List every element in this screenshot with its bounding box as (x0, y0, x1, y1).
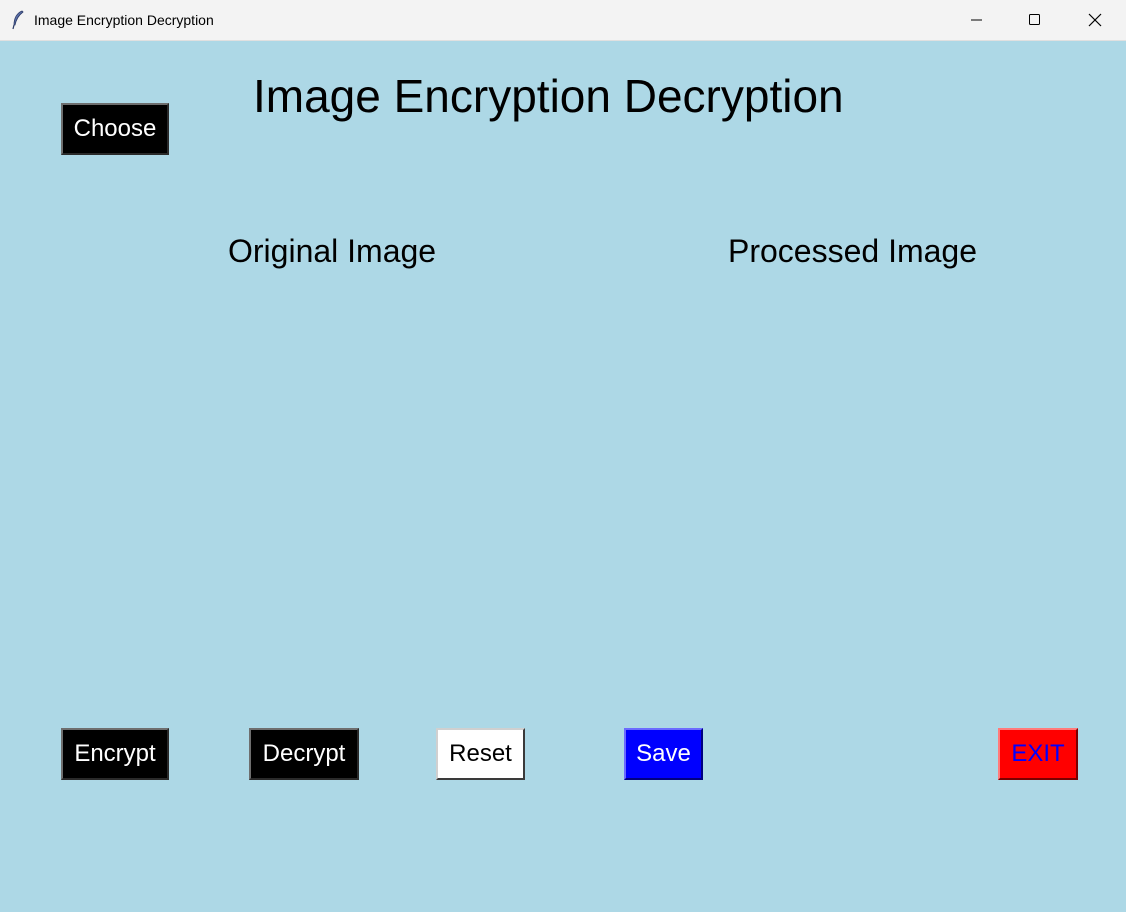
exit-button[interactable]: EXIT (998, 728, 1078, 780)
title-bar[interactable]: Image Encryption Decryption (0, 0, 1126, 41)
save-button[interactable]: Save (624, 728, 703, 780)
close-button[interactable] (1066, 0, 1124, 40)
processed-image-label: Processed Image (728, 233, 978, 269)
window-title: Image Encryption Decryption (34, 12, 214, 28)
processed-image-panel (620, 281, 1080, 701)
reset-button[interactable]: Reset (436, 728, 525, 780)
encrypt-button[interactable]: Encrypt (61, 728, 169, 780)
app-window: Image Encryption Decryption Choose Image… (0, 0, 1126, 912)
maximize-icon (1029, 14, 1040, 25)
choose-button[interactable]: Choose (61, 103, 169, 155)
original-image-panel (100, 281, 560, 701)
decrypt-button[interactable]: Decrypt (249, 728, 359, 780)
maximize-button[interactable] (1006, 0, 1064, 40)
close-icon (1088, 13, 1102, 27)
page-title: Image Encryption Decryption (253, 70, 844, 122)
client-area: Choose Image Encryption Decryption Origi… (0, 41, 1126, 912)
original-image-label: Original Image (228, 233, 437, 269)
feather-icon (12, 10, 24, 30)
minimize-button[interactable] (948, 0, 1006, 40)
minimize-icon (971, 19, 982, 21)
